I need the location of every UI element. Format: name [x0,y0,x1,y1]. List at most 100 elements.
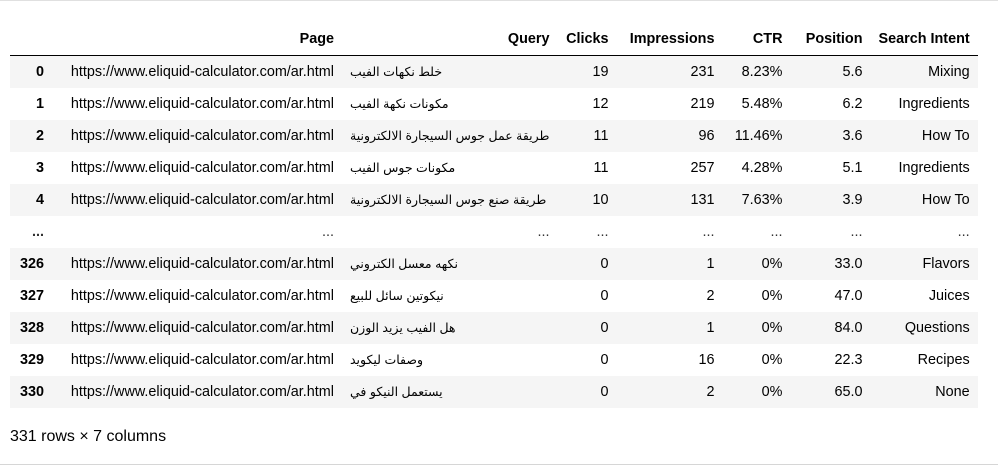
cell-search-intent: Mixing [928,64,970,80]
cell-page: https://www.eliquid-calculator.com/ar.ht… [70,160,334,176]
table-row: 3 https://www.eliquid-calculator.com/ar.… [10,152,978,184]
cell-query: يستعمل النيكو في [350,385,443,399]
column-header-clicks: Clicks [557,23,617,56]
row-index: 327 [19,288,44,304]
cell-query: نيكوتين سائل للبيع [350,289,444,303]
cell-clicks: 19 [592,64,609,80]
row-index: 3 [35,160,44,176]
cell-clicks: 11 [593,128,609,144]
cell-clicks: 10 [592,192,609,208]
column-header-ctr: CTR [722,23,791,56]
cell-position: 3.6 [842,128,863,144]
cell-position: 22.3 [834,352,863,368]
cell-search-intent: Questions [904,320,970,336]
table-row: 2 https://www.eliquid-calculator.com/ar.… [10,120,978,152]
cell-position: 65.0 [834,384,863,400]
cell-ctr: 7.63% [741,192,783,208]
cell-position: 47.0 [834,288,863,304]
cell-position: 84.0 [834,320,863,336]
cell-clicks: 0 [600,256,609,272]
cell-impressions: 231 [690,64,715,80]
row-index: 4 [35,192,44,208]
cell-position: 3.9 [842,192,863,208]
header-row: Page Query Clicks Impressions CTR Positi… [10,23,978,56]
cell-page: https://www.eliquid-calculator.com/ar.ht… [70,64,334,80]
cell-clicks: 11 [593,160,609,176]
cell-impressions: 2 [706,288,715,304]
cell-ctr: 11.46% [734,128,783,144]
cell-page: https://www.eliquid-calculator.com/ar.ht… [70,320,334,336]
cell-query: مكونات نكهة الفيب [350,97,449,111]
output-bottom-border [0,464,998,465]
cell-impressions: ... [702,224,715,240]
cell-impressions: 257 [690,160,715,176]
row-index: ... [32,224,44,240]
cell-search-intent: Flavors [922,256,970,272]
cell-search-intent: None [935,384,970,400]
table-row: 4 https://www.eliquid-calculator.com/ar.… [10,184,978,216]
column-header-impressions: Impressions [616,23,723,56]
table-body: 0 https://www.eliquid-calculator.com/ar.… [10,55,978,408]
cell-clicks: 12 [592,96,609,112]
cell-search-intent: Ingredients [898,96,970,112]
cell-search-intent: Juices [928,288,970,304]
cell-query: هل الفيب يزيد الوزن [350,321,456,335]
cell-query: نكهه معسل الكتروني [350,257,458,271]
cell-position: 6.2 [842,96,863,112]
table-row: 326 https://www.eliquid-calculator.com/a… [10,248,978,280]
cell-ctr: 0% [761,320,783,336]
cell-search-intent: ... [957,224,970,240]
cell-impressions: 219 [690,96,715,112]
output-top-border [0,0,998,1]
cell-ctr: 0% [761,288,783,304]
cell-query: طريقة عمل جوس السيجارة الالكترونية [350,129,550,143]
cell-position: ... [850,224,863,240]
cell-ctr: 0% [761,352,783,368]
cell-page: https://www.eliquid-calculator.com/ar.ht… [70,352,334,368]
cell-ctr: 0% [761,384,783,400]
column-header-page: Page [52,23,342,56]
dataframe-table: Page Query Clicks Impressions CTR Positi… [10,23,978,408]
cell-query: ... [537,224,550,240]
table-row: 330 https://www.eliquid-calculator.com/a… [10,376,978,408]
cell-clicks: 0 [600,288,609,304]
cell-search-intent: How To [921,192,970,208]
row-index: 2 [35,128,44,144]
cell-query: وصفات ليكويد [350,353,424,367]
cell-impressions: 1 [706,256,715,272]
cell-page: https://www.eliquid-calculator.com/ar.ht… [70,96,334,112]
cell-page: https://www.eliquid-calculator.com/ar.ht… [70,384,334,400]
cell-clicks: 0 [600,352,609,368]
cell-ctr: 5.48% [741,96,783,112]
ellipsis-row: ... ... ... ... ... ... ... ... [10,216,978,248]
cell-page: https://www.eliquid-calculator.com/ar.ht… [70,128,334,144]
cell-impressions: 96 [698,128,715,144]
column-header-search-intent: Search Intent [870,23,978,56]
table-row: 327 https://www.eliquid-calculator.com/a… [10,280,978,312]
table-row: 0 https://www.eliquid-calculator.com/ar.… [10,55,978,88]
cell-search-intent: How To [921,128,970,144]
row-index: 329 [19,352,44,368]
cell-ctr: 4.28% [741,160,783,176]
cell-impressions: 131 [690,192,715,208]
table-row: 1 https://www.eliquid-calculator.com/ar.… [10,88,978,120]
cell-page: https://www.eliquid-calculator.com/ar.ht… [70,256,334,272]
cell-query: مكونات جوس الفيب [350,161,456,175]
cell-position: 5.6 [842,64,863,80]
cell-ctr: ... [770,224,783,240]
table-header: Page Query Clicks Impressions CTR Positi… [10,23,978,56]
dataframe-shape-summary: 331 rows × 7 columns [10,428,167,445]
row-index: 0 [35,64,44,80]
cell-page: https://www.eliquid-calculator.com/ar.ht… [70,192,334,208]
cell-position: 5.1 [842,160,863,176]
cell-clicks: 0 [600,320,609,336]
cell-ctr: 8.23% [741,64,783,80]
table-row: 329 https://www.eliquid-calculator.com/a… [10,344,978,376]
cell-impressions: 16 [698,352,715,368]
cell-clicks: ... [596,224,609,240]
row-index: 330 [19,384,44,400]
cell-impressions: 2 [706,384,715,400]
cell-page: https://www.eliquid-calculator.com/ar.ht… [70,288,334,304]
cell-query: خلط نكهات الفيب [350,65,443,79]
row-index: 1 [35,96,44,112]
